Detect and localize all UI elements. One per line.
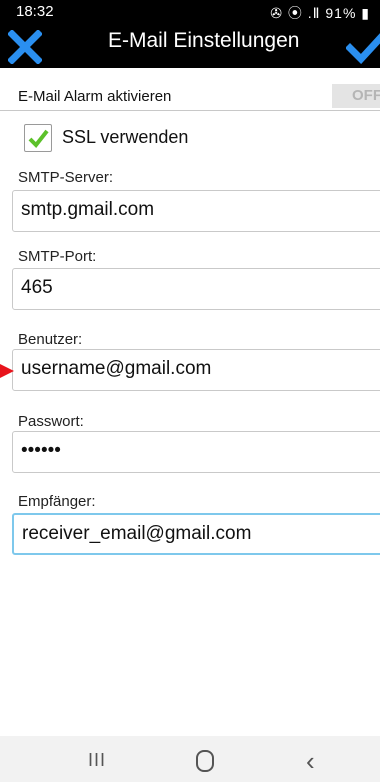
smtp-server-value: smtp.gmail.com [21,199,155,220]
receiver-value: receiver_email@gmail.com [22,523,252,544]
username-label: Benutzer: [18,331,83,348]
smtp-server-input[interactable]: smtp.gmail.com [12,190,380,232]
settings-form: E-Mail Alarm aktivieren OFF SSL verwende… [0,68,380,736]
alarm-toggle[interactable]: OFF [332,84,380,108]
smtp-server-label: SMTP-Server: [18,169,114,186]
home-icon[interactable] [196,750,214,772]
status-bar: 18:32 ✇ ⦿ .Ⅱ 91% ▮ [0,0,380,22]
arrow-indicator [0,364,14,378]
smtp-port-value: 465 [21,277,53,298]
password-input[interactable]: •••••• [12,431,380,473]
app-bar: E-Mail Einstellungen [0,22,380,68]
divider [0,110,380,111]
password-label: Passwort: [18,413,84,430]
receiver-input[interactable]: receiver_email@gmail.com [12,513,380,555]
status-icons: ✇ ⦿ .Ⅱ 91% ▮ [270,5,370,21]
recent-apps-button[interactable]: III [88,750,106,771]
checkmark-icon[interactable] [346,30,380,64]
checkbox-checked-icon[interactable] [24,124,52,152]
nav-bar: III ‹ [0,736,380,782]
password-value: •••••• [21,440,61,461]
close-icon[interactable] [8,30,42,64]
page-title: E-Mail Einstellungen [108,29,300,52]
back-button[interactable]: ‹ [306,746,315,777]
smtp-port-input[interactable]: 465 [12,268,380,310]
username-input[interactable]: username@gmail.com [12,349,380,391]
status-time: 18:32 [16,3,54,20]
ssl-label: SSL verwenden [62,127,189,147]
alarm-label: E-Mail Alarm aktivieren [18,88,172,105]
receiver-label: Empfänger: [18,493,96,510]
smtp-port-label: SMTP-Port: [18,248,97,265]
username-value: username@gmail.com [21,358,212,379]
